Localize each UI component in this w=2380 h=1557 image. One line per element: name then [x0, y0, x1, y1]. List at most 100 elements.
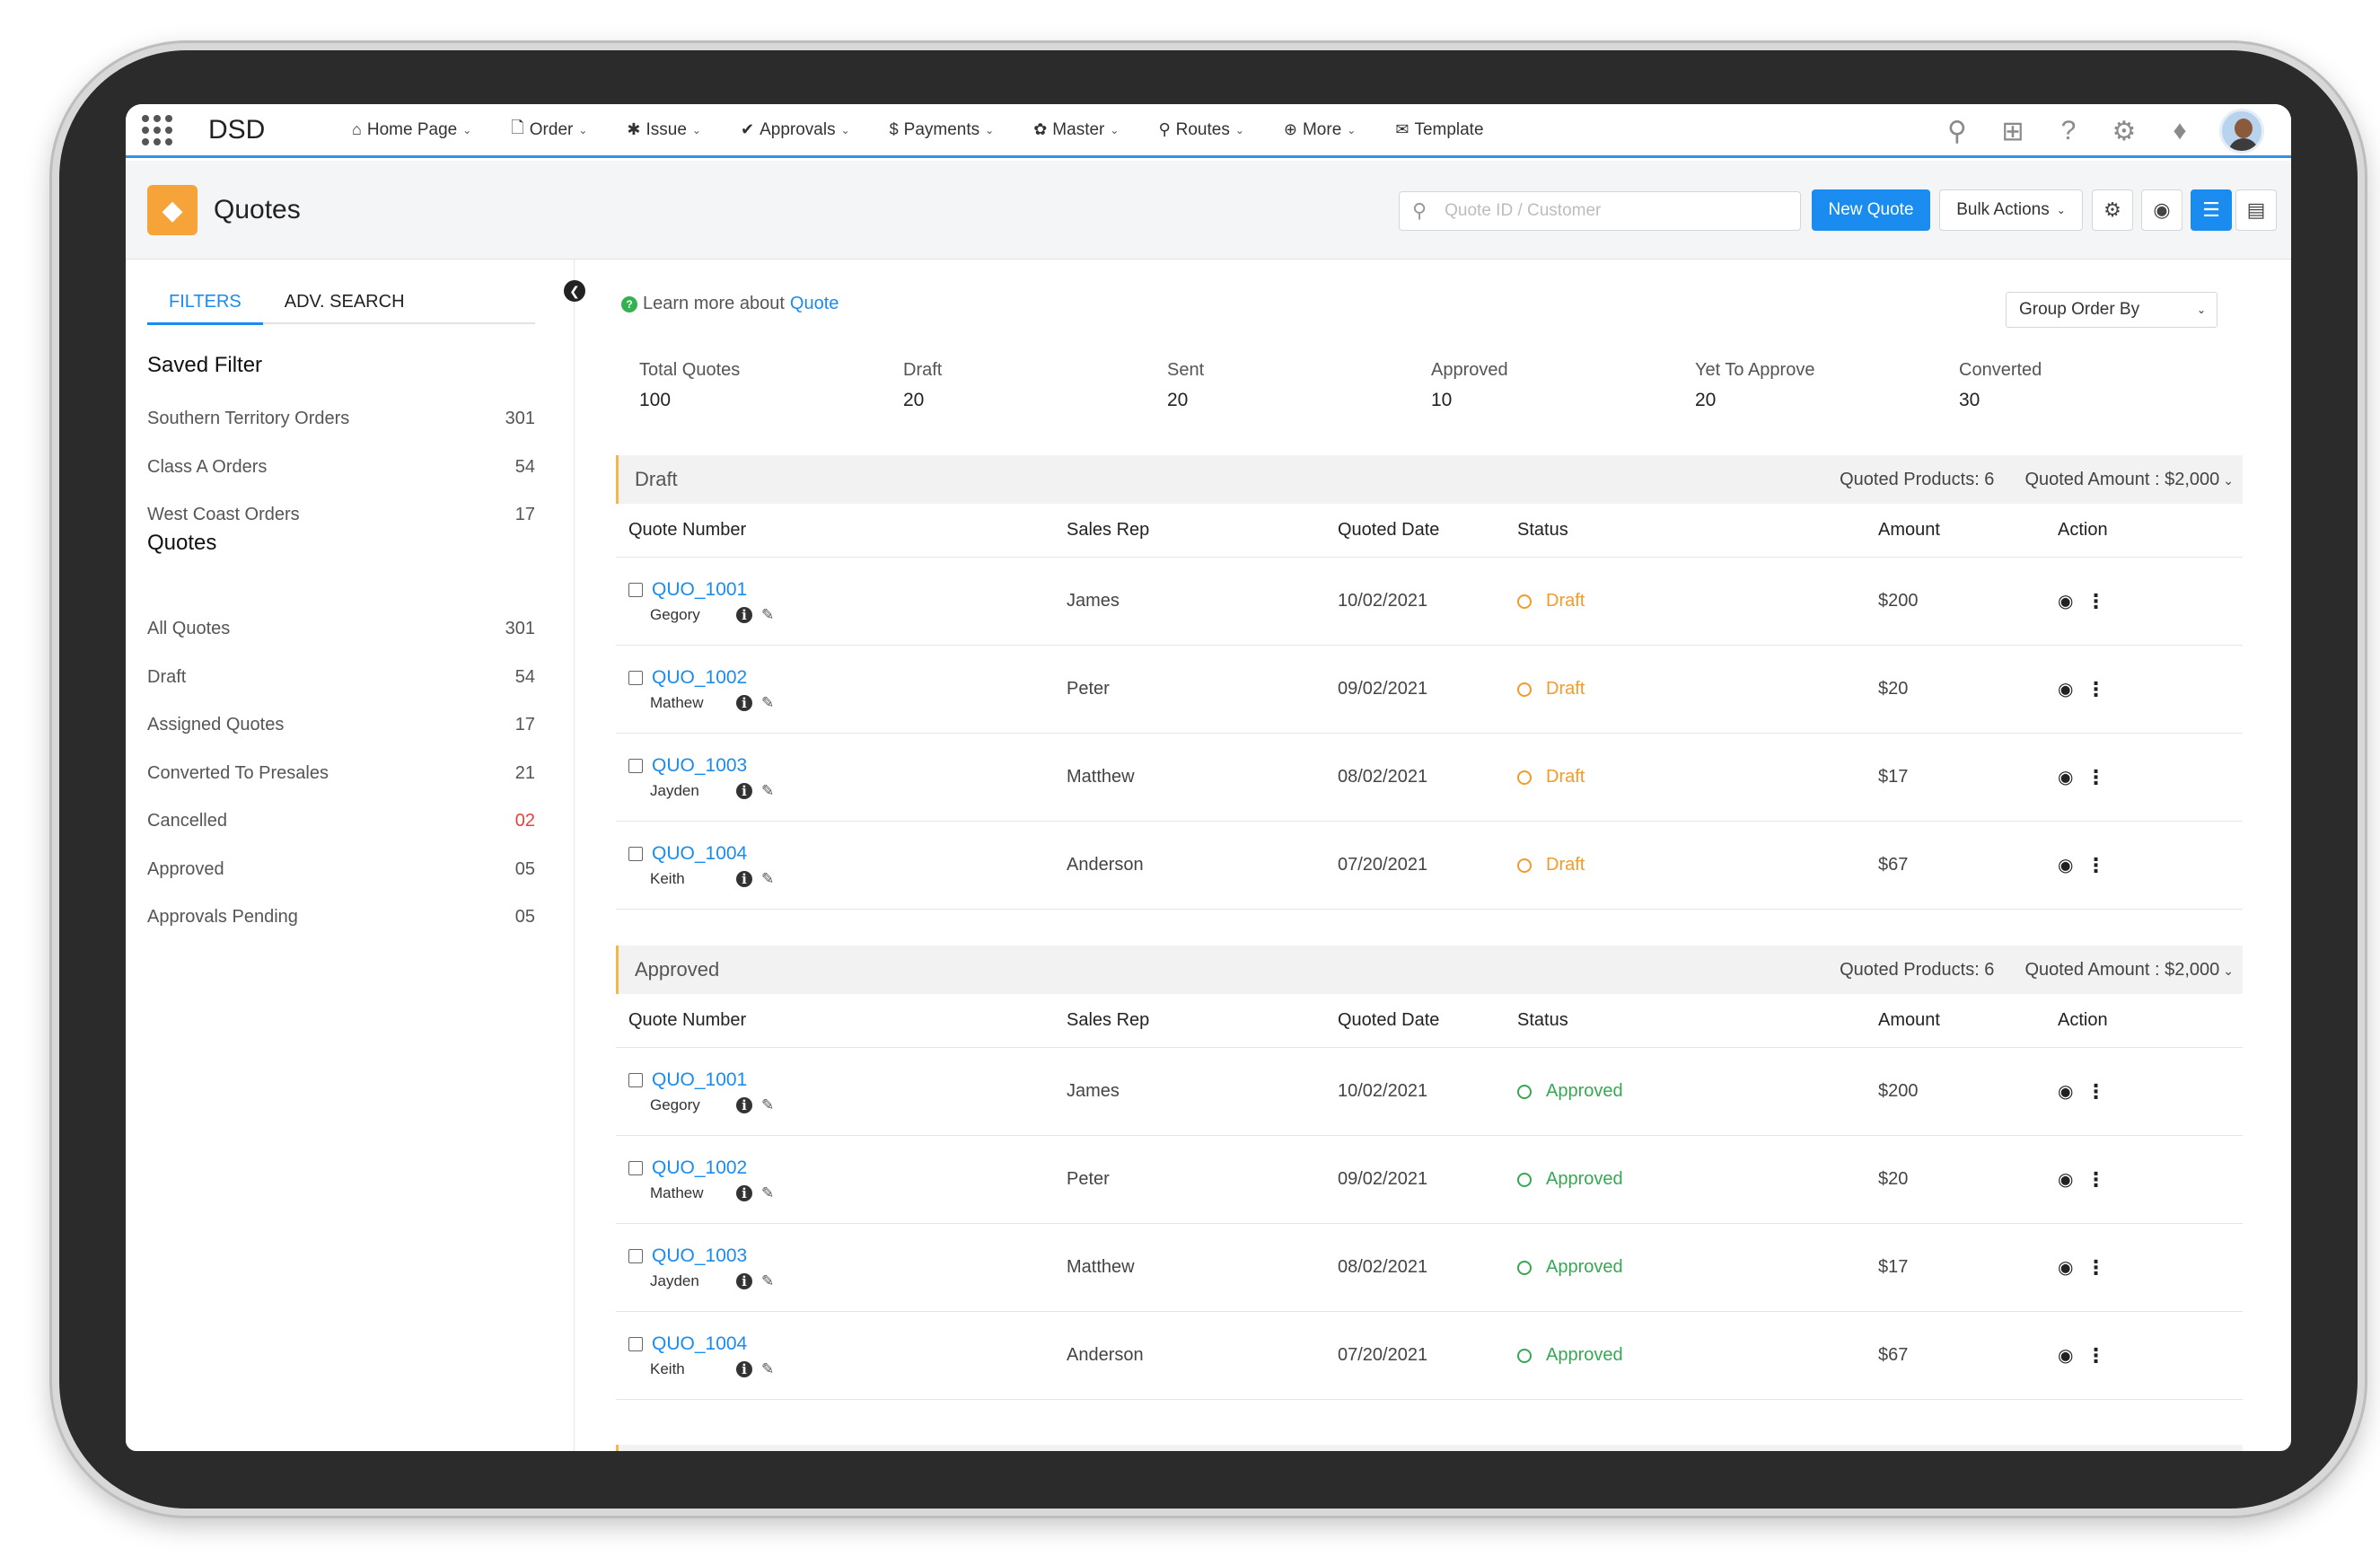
chevron-down-icon[interactable]: ⌄ [2223, 473, 2234, 488]
column-header-quote-number[interactable]: Quote Number [616, 1010, 1067, 1031]
info-icon[interactable]: i [736, 1096, 752, 1113]
column-header-quoted-date[interactable]: Quoted Date [1338, 1010, 1517, 1031]
row-checkbox[interactable] [628, 582, 643, 597]
quote-number-link[interactable]: QUO_1002 [652, 667, 747, 689]
more-vertical-icon[interactable]: ⋮ [2086, 766, 2105, 789]
info-icon[interactable]: i [736, 870, 752, 887]
column-header-amount[interactable]: Amount [1878, 520, 2058, 541]
column-header-sales-rep[interactable]: Sales Rep [1067, 520, 1338, 541]
edit-icon[interactable]: ✎ [761, 694, 774, 712]
sidebar-item-all-quotes[interactable]: All Quotes 301 [147, 619, 535, 639]
column-header-action[interactable]: Action [2058, 1010, 2192, 1031]
app-launcher-icon[interactable] [142, 114, 172, 145]
sidebar-item-cancelled[interactable]: Cancelled 02 [147, 811, 535, 831]
eye-icon[interactable]: ◉ [2058, 1080, 2073, 1103]
quote-number-link[interactable]: QUO_1001 [652, 579, 747, 601]
more-vertical-icon[interactable]: ⋮ [2086, 854, 2105, 877]
sidebar-item-approved[interactable]: Approved 05 [147, 859, 535, 880]
more-vertical-icon[interactable]: ⋮ [2086, 1080, 2105, 1104]
edit-icon[interactable]: ✎ [761, 1096, 774, 1114]
info-icon[interactable]: i [736, 606, 752, 623]
group-header[interactable]: Draft Quoted Products: 6 Quoted Amount : $… [616, 455, 2243, 504]
more-vertical-icon[interactable]: ⋮ [2086, 1256, 2105, 1280]
info-icon[interactable]: i [736, 1272, 752, 1289]
more-vertical-icon[interactable]: ⋮ [2086, 590, 2105, 613]
column-header-action[interactable]: Action [2058, 520, 2192, 541]
nav-item-more[interactable]: ⊕ More ⌄ [1284, 117, 1356, 144]
eye-icon[interactable]: ◉ [2058, 590, 2073, 612]
edit-icon[interactable]: ✎ [761, 606, 774, 624]
help-icon[interactable]: ? [2052, 116, 2085, 146]
eye-icon[interactable]: ◉ [2058, 1256, 2073, 1279]
nav-item-payments[interactable]: $ Payments ⌄ [890, 117, 995, 144]
quote-number-link[interactable]: QUO_1003 [652, 1245, 747, 1267]
edit-icon[interactable]: ✎ [761, 870, 774, 888]
settings-gear-icon[interactable]: ⚙ [2108, 116, 2140, 147]
nav-item-master[interactable]: ✿ Master ⌄ [1033, 117, 1119, 144]
nav-item-approvals[interactable]: ✔ Approvals ⌄ [741, 117, 850, 144]
more-vertical-icon[interactable]: ⋮ [2086, 1168, 2105, 1192]
sidebar-item-west-coast-orders[interactable]: West Coast Orders 17 [147, 505, 535, 525]
eye-icon[interactable]: ◉ [2058, 678, 2073, 700]
row-checkbox[interactable] [628, 758, 643, 773]
settings-button[interactable]: ⚙ [2092, 189, 2133, 231]
row-checkbox[interactable] [628, 670, 643, 685]
nav-item-home-page[interactable]: ⌂ Home Page ⌄ [352, 117, 471, 144]
row-checkbox[interactable] [628, 1336, 643, 1351]
list-view-button[interactable]: ☰ [2191, 189, 2232, 231]
bulk-actions-button[interactable]: Bulk Actions ⌄ [1939, 189, 2083, 231]
row-checkbox[interactable] [628, 846, 643, 861]
group-by-select[interactable]: Group Order By ⌄ [2006, 292, 2218, 328]
more-vertical-icon[interactable]: ⋮ [2086, 1344, 2105, 1368]
column-header-status[interactable]: Status [1517, 1010, 1878, 1031]
sidebar-item-draft[interactable]: Draft 54 [147, 667, 535, 688]
bell-icon[interactable]: ♦ [2164, 116, 2196, 146]
sidebar-item-approvals-pending[interactable]: Approvals Pending 05 [147, 907, 535, 928]
eye-icon[interactable]: ◉ [2058, 1344, 2073, 1367]
chevron-down-icon[interactable]: ⌄ [2223, 963, 2234, 978]
quote-number-link[interactable]: QUO_1001 [652, 1069, 747, 1091]
sidebar-item-class-a-orders[interactable]: Class A Orders 54 [147, 457, 535, 478]
view-button[interactable]: ◉ [2141, 189, 2182, 231]
more-vertical-icon[interactable]: ⋮ [2086, 678, 2105, 701]
nav-item-order[interactable]: 🗋 Order ⌄ [511, 117, 587, 144]
tab-filters[interactable]: FILTERS [147, 285, 263, 325]
search-icon[interactable]: ⚲ [1941, 116, 1973, 147]
nav-item-template[interactable]: ✉ Template [1395, 117, 1483, 144]
info-icon[interactable]: i [736, 1184, 752, 1201]
quote-number-link[interactable]: QUO_1002 [652, 1157, 747, 1179]
quote-number-link[interactable]: QUO_1004 [652, 1333, 747, 1355]
quote-number-link[interactable]: QUO_1003 [652, 755, 747, 777]
table-view-button[interactable]: ▤ [2235, 189, 2277, 231]
column-header-quoted-date[interactable]: Quoted Date [1338, 520, 1517, 541]
add-square-icon[interactable]: ⊞ [1997, 116, 2029, 147]
sidebar-item-converted-to-presales[interactable]: Converted To Presales 21 [147, 763, 535, 784]
row-checkbox[interactable] [628, 1160, 643, 1175]
column-header-status[interactable]: Status [1517, 520, 1878, 541]
column-header-quote-number[interactable]: Quote Number [616, 520, 1067, 541]
nav-item-routes[interactable]: ⚲ Routes ⌄ [1158, 117, 1243, 144]
quote-search-input[interactable] [1445, 201, 1787, 221]
eye-icon[interactable]: ◉ [2058, 766, 2073, 788]
edit-icon[interactable]: ✎ [761, 1360, 774, 1378]
column-header-amount[interactable]: Amount [1878, 1010, 2058, 1031]
new-quote-button[interactable]: New Quote [1812, 189, 1930, 231]
row-checkbox[interactable] [628, 1072, 643, 1087]
quote-number-link[interactable]: QUO_1004 [652, 843, 747, 865]
edit-icon[interactable]: ✎ [761, 1272, 774, 1290]
sidebar-item-assigned-quotes[interactable]: Assigned Quotes 17 [147, 715, 535, 735]
info-icon[interactable]: i [736, 782, 752, 799]
avatar[interactable] [2219, 109, 2264, 154]
tab-adv-search[interactable]: ADV. SEARCH [263, 285, 426, 322]
nav-item-issue[interactable]: ✱ Issue ⌄ [627, 117, 701, 144]
edit-icon[interactable]: ✎ [761, 1184, 774, 1202]
eye-icon[interactable]: ◉ [2058, 1168, 2073, 1191]
learn-more-link[interactable]: Quote [790, 294, 839, 314]
row-checkbox[interactable] [628, 1248, 643, 1263]
info-icon[interactable]: i [736, 694, 752, 711]
eye-icon[interactable]: ◉ [2058, 854, 2073, 876]
edit-icon[interactable]: ✎ [761, 782, 774, 800]
group-header[interactable]: Approved Quoted Products: 6 Quoted Amount … [616, 946, 2243, 994]
column-header-sales-rep[interactable]: Sales Rep [1067, 1010, 1338, 1031]
sidebar-item-southern-territory-orders[interactable]: Southern Territory Orders 301 [147, 409, 535, 429]
